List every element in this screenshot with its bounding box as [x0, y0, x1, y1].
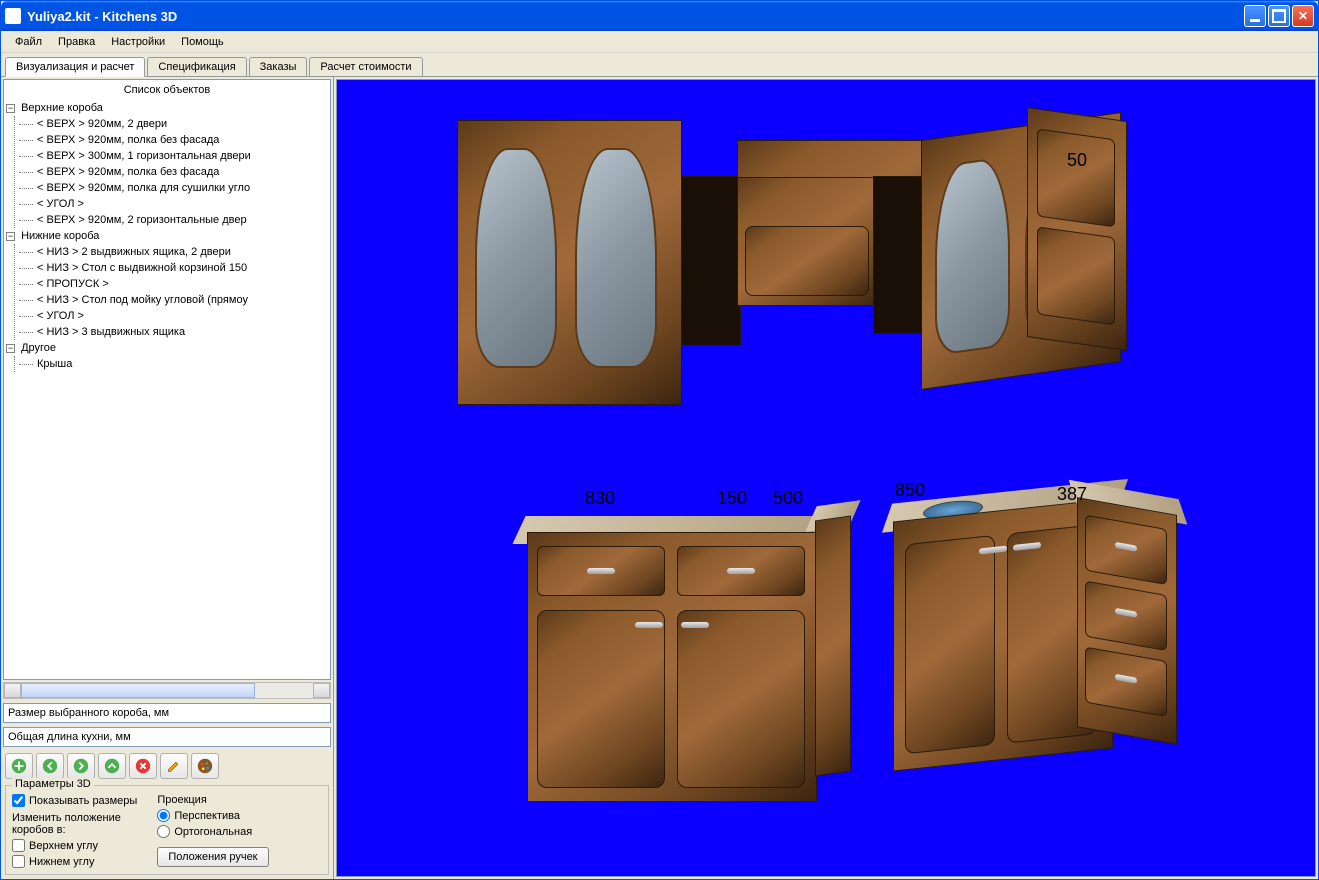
tree-item[interactable]: < НИЗ > Стол под мойку угловой (прямоу [19, 292, 328, 308]
tree-category-other[interactable]: Другое [21, 342, 56, 354]
menu-edit[interactable]: Правка [50, 34, 103, 50]
titlebar[interactable]: Yuliya2.kit - Kitchens 3D [1, 1, 1318, 31]
tree-category-upper[interactable]: Верхние короба [21, 102, 103, 114]
tree-item[interactable]: < ВЕРХ > 920мм, полка без фасада [19, 164, 328, 180]
show-sizes-checkbox[interactable]: Показывать размеры [12, 794, 137, 807]
tab-cost[interactable]: Расчет стоимости [309, 57, 422, 76]
dimension-label: 50 [1067, 150, 1087, 171]
tree-item[interactable]: < НИЗ > 3 выдвижных ящика [19, 324, 328, 340]
app-window: Yuliya2.kit - Kitchens 3D Файл Правка На… [0, 0, 1319, 880]
minimize-button[interactable] [1244, 5, 1266, 27]
upper-corner-checkbox[interactable]: Верхнем углу [12, 839, 137, 852]
tree-item[interactable]: < НИЗ > Стол с выдвижной корзиной 150 [19, 260, 328, 276]
params-title: Параметры 3D [12, 778, 94, 790]
lower-corner-checkbox[interactable]: Нижнем углу [12, 855, 137, 868]
maximize-button[interactable] [1268, 5, 1290, 27]
viewport-3d[interactable]: 830 150 500 850 387 50 [336, 79, 1316, 877]
dimension-label: 850 [895, 480, 925, 501]
tree-item[interactable]: < ВЕРХ > 920мм, 2 двери [19, 116, 328, 132]
move-up-button[interactable] [98, 753, 126, 779]
tree-hscrollbar[interactable] [3, 682, 331, 699]
perspective-radio[interactable]: Перспектива [157, 809, 268, 822]
menubar: Файл Правка Настройки Помощь [1, 31, 1318, 53]
delete-button[interactable] [129, 753, 157, 779]
app-icon [5, 8, 21, 24]
tree-item[interactable]: < НИЗ > 2 выдвижных ящика, 2 двери [19, 244, 328, 260]
menu-file[interactable]: Файл [7, 34, 50, 50]
tree-item[interactable]: < ПРОПУСК > [19, 276, 328, 292]
collapse-icon[interactable]: − [6, 232, 15, 241]
sidebar: Список объектов − Верхние короба < ВЕРХ … [1, 77, 334, 879]
tree-item[interactable]: < ВЕРХ > 920мм, полка для сушилки угло [19, 180, 328, 196]
tree-item[interactable]: < ВЕРХ > 300мм, 1 горизонтальная двери [19, 148, 328, 164]
orthogonal-radio[interactable]: Ортогональная [157, 825, 268, 838]
dimension-label: 387 [1057, 484, 1087, 505]
tree-item[interactable]: Крыша [19, 356, 328, 372]
selected-size-input[interactable] [3, 703, 331, 723]
menu-help[interactable]: Помощь [173, 34, 232, 50]
menu-settings[interactable]: Настройки [103, 34, 173, 50]
tab-specification[interactable]: Спецификация [147, 57, 246, 76]
scroll-left-icon[interactable] [4, 683, 21, 698]
move-left-button[interactable] [36, 753, 64, 779]
handles-position-button[interactable]: Положения ручек [157, 847, 268, 867]
tab-orders[interactable]: Заказы [249, 57, 308, 76]
collapse-icon[interactable]: − [6, 344, 15, 353]
projection-label: Проекция [157, 794, 268, 806]
dimension-label: 150 [717, 488, 747, 509]
collapse-icon[interactable]: − [6, 104, 15, 113]
scroll-right-icon[interactable] [313, 683, 330, 698]
tab-visualization[interactable]: Визуализация и расчет [5, 57, 145, 77]
add-button[interactable] [5, 753, 33, 779]
tabbar: Визуализация и расчет Спецификация Заказ… [1, 53, 1318, 77]
palette-button[interactable] [191, 753, 219, 779]
dimension-label: 830 [585, 488, 615, 509]
tree-header: Список объектов [6, 82, 328, 100]
tree-item[interactable]: < УГОЛ > [19, 308, 328, 324]
change-position-label: Изменить положение коробов в: [12, 812, 137, 836]
tree-item[interactable]: < ВЕРХ > 920мм, полка без фасада [19, 132, 328, 148]
edit-button[interactable] [160, 753, 188, 779]
params-3d-group: Параметры 3D Показывать размеры Изменить… [5, 785, 329, 875]
total-length-input[interactable] [3, 727, 331, 747]
object-tree[interactable]: Список объектов − Верхние короба < ВЕРХ … [3, 79, 331, 680]
scroll-thumb[interactable] [21, 683, 255, 698]
tree-category-lower[interactable]: Нижние короба [21, 230, 99, 242]
move-right-button[interactable] [67, 753, 95, 779]
dimension-label: 500 [773, 488, 803, 509]
close-button[interactable] [1292, 5, 1314, 27]
tree-item[interactable]: < ВЕРХ > 920мм, 2 горизонтальные двер [19, 212, 328, 228]
tree-item[interactable]: < УГОЛ > [19, 196, 328, 212]
window-title: Yuliya2.kit - Kitchens 3D [27, 9, 1244, 24]
